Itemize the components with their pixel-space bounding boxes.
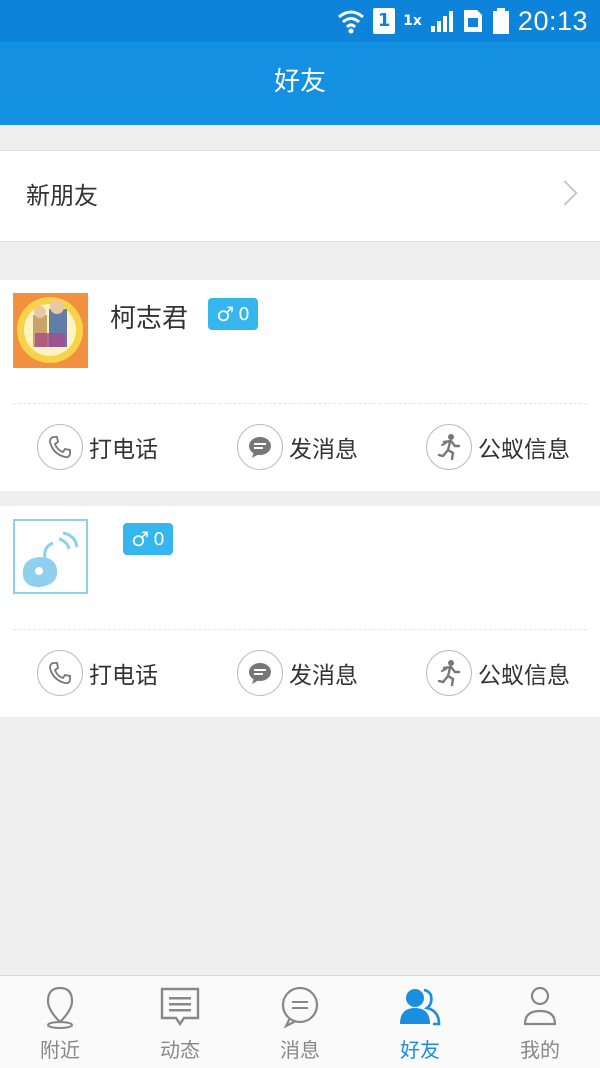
battery-icon bbox=[492, 8, 509, 34]
network-type: 1x bbox=[403, 13, 422, 29]
tab-nearby[interactable]: 附近 bbox=[0, 976, 120, 1068]
signal-icon bbox=[430, 11, 453, 32]
tab-friends[interactable]: 好友 bbox=[360, 976, 480, 1068]
running-man-icon bbox=[437, 433, 461, 460]
sim-card-icon bbox=[463, 10, 482, 32]
info-button[interactable]: 公蚁信息 bbox=[426, 630, 570, 715]
avatar[interactable] bbox=[13, 293, 88, 368]
info-label: 公蚁信息 bbox=[478, 436, 570, 463]
status-bar: 1 1x 20:13 bbox=[0, 0, 600, 42]
tab-messages[interactable]: 消息 bbox=[240, 976, 360, 1068]
new-friends-label: 新朋友 bbox=[26, 182, 98, 210]
person-icon bbox=[523, 986, 557, 1026]
running-man-icon bbox=[437, 659, 461, 686]
chat-bubble-icon bbox=[281, 986, 319, 1029]
page-title: 好友 bbox=[0, 42, 600, 125]
sim-indicator: 1 bbox=[373, 8, 396, 34]
bottom-tab-bar: 附近 动态 消息 好友 我的 bbox=[0, 975, 600, 1068]
tab-feed[interactable]: 动态 bbox=[120, 976, 240, 1068]
tab-label: 消息 bbox=[280, 1038, 320, 1062]
avatar[interactable] bbox=[13, 519, 88, 594]
friend-card: 柯志君 ♂ 0 打电话 发消息 公蚁信息 bbox=[0, 280, 600, 491]
message-icon bbox=[249, 662, 271, 684]
call-button[interactable]: 打电话 bbox=[37, 404, 158, 489]
tab-label: 我的 bbox=[520, 1038, 560, 1062]
info-button[interactable]: 公蚁信息 bbox=[426, 404, 570, 489]
action-bar: 打电话 发消息 公蚁信息 bbox=[0, 404, 600, 489]
friend-card: ♂ 0 打电话 发消息 公蚁信息 bbox=[0, 506, 600, 717]
message-label: 发消息 bbox=[289, 436, 358, 463]
call-label: 打电话 bbox=[89, 436, 158, 463]
wifi-icon bbox=[338, 10, 365, 34]
clock: 20:13 bbox=[517, 5, 588, 36]
new-friends-row[interactable]: 新朋友 bbox=[0, 150, 600, 242]
tab-label: 动态 bbox=[160, 1038, 200, 1062]
gender-count: 0 bbox=[153, 528, 165, 550]
info-label: 公蚁信息 bbox=[478, 662, 570, 689]
feed-icon bbox=[160, 987, 200, 1027]
phone-icon bbox=[49, 435, 71, 458]
gender-count: 0 bbox=[238, 303, 250, 325]
male-icon: ♂ bbox=[131, 527, 150, 551]
location-pin-icon bbox=[46, 986, 74, 1029]
male-icon: ♂ bbox=[216, 302, 235, 326]
message-icon bbox=[249, 436, 271, 458]
message-button[interactable]: 发消息 bbox=[237, 630, 358, 715]
call-label: 打电话 bbox=[89, 662, 158, 689]
tab-label: 附近 bbox=[40, 1038, 80, 1062]
call-button[interactable]: 打电话 bbox=[37, 630, 158, 715]
tab-label: 好友 bbox=[400, 1038, 440, 1062]
message-button[interactable]: 发消息 bbox=[237, 404, 358, 489]
action-bar: 打电话 发消息 公蚁信息 bbox=[0, 630, 600, 715]
message-label: 发消息 bbox=[289, 662, 358, 689]
phone-icon bbox=[49, 661, 71, 684]
gender-badge: ♂ 0 bbox=[208, 298, 258, 330]
tab-profile[interactable]: 我的 bbox=[480, 976, 600, 1068]
chevron-right-icon bbox=[552, 180, 578, 206]
friend-name[interactable]: 柯志君 bbox=[110, 298, 188, 335]
friends-icon bbox=[400, 988, 441, 1026]
gender-badge: ♂ 0 bbox=[123, 523, 173, 555]
